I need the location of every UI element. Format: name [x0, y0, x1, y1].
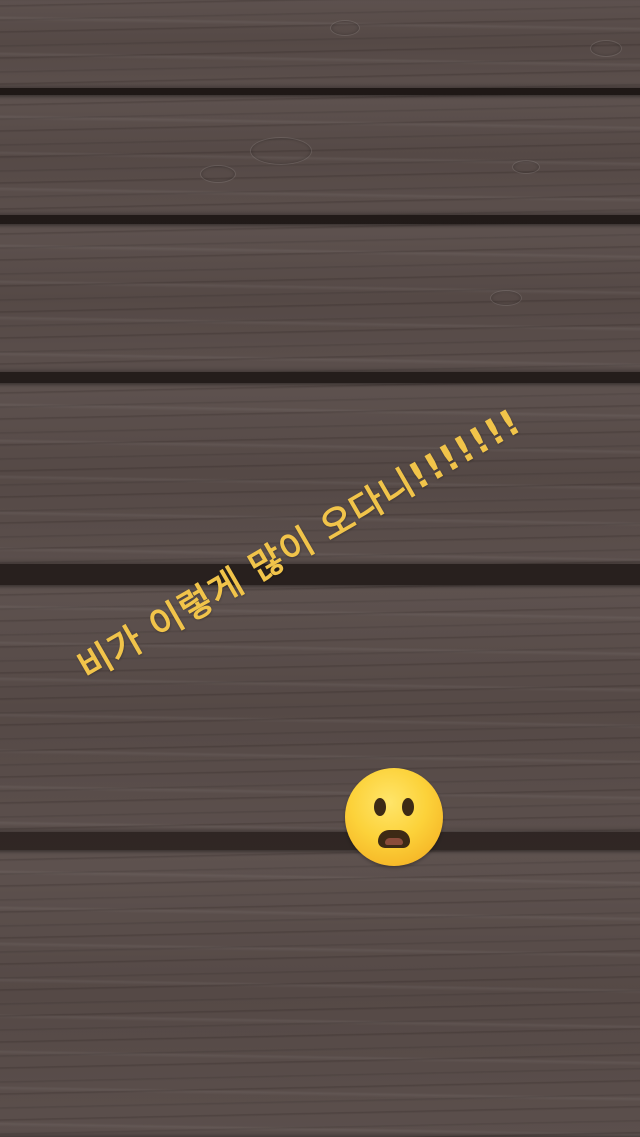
rain-droplet: [250, 137, 312, 165]
deck-board: [0, 850, 640, 1137]
frowning-face-icon: [345, 768, 443, 866]
deck-board: [0, 224, 640, 372]
rain-droplet: [590, 40, 622, 57]
deck-board: [0, 0, 640, 88]
emoji-right-eye: [402, 798, 414, 816]
deck-board: [0, 585, 640, 832]
rain-droplet: [200, 165, 236, 183]
story-canvas: 비가 이렇게 많이 오다니!!!!!!!: [0, 0, 640, 1137]
emoji-mouth: [378, 830, 410, 848]
rain-droplet: [330, 20, 360, 36]
emoji-left-eye: [374, 798, 386, 816]
rain-droplet: [512, 160, 540, 174]
rain-droplet: [490, 290, 522, 306]
deck-board: [0, 95, 640, 215]
